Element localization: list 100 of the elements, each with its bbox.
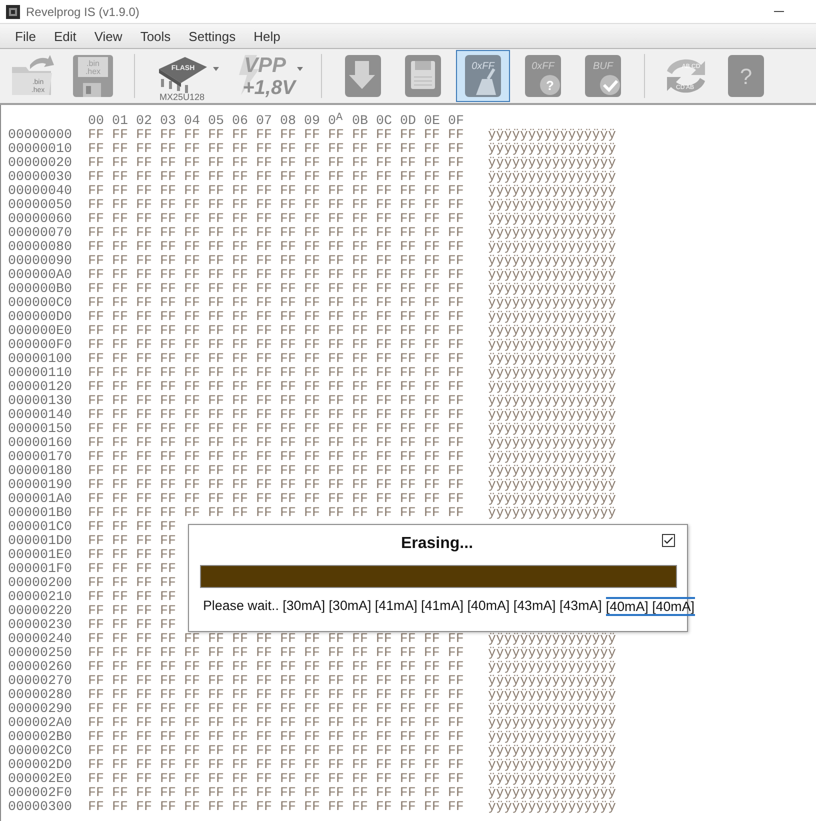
address-cell-text: 00000120 [8, 381, 73, 395]
menu-item[interactable]: File [8, 28, 43, 44]
ascii-text: ÿÿÿÿÿÿÿÿÿÿÿÿÿÿÿÿ [488, 773, 616, 787]
column-header: 0D [400, 115, 417, 129]
hex-bytes: FF FF FF FF FF FF FF FF FF FF FF FF FF FF FF FF [88, 646, 464, 661]
hex-bytes: FF FF FF FF FF FF FF FF FF FF FF FF FF FF FF FF [88, 380, 464, 395]
hex-bytes: FF FF FF FF FF FF FF FF FF FF FF FF FF FF FF FF [88, 338, 464, 353]
hex-bytes: FF FF FF FF FF FF FF FF FF FF FF FF FF FF FF FF [88, 240, 464, 255]
hex-bytes: FF FF FF FF FF FF FF FF FF FF FF FF FF FF FF FF [88, 800, 464, 815]
ascii-text: ÿÿÿÿÿÿÿÿÿÿÿÿÿÿÿÿ [488, 157, 616, 171]
ascii-text: ÿÿÿÿÿÿÿÿÿÿÿÿÿÿÿÿ [488, 703, 616, 717]
hex-bytes: FF FF FF FF FF FF FF FF FF FF FF FF FF FF FF FF [88, 366, 464, 381]
ascii-text: ÿÿÿÿÿÿÿÿÿÿÿÿÿÿÿÿ [488, 255, 616, 269]
address-cell-text: 000002B0 [8, 731, 73, 745]
hex-bytes: FF FF FF FF [88, 534, 176, 549]
hex-bytes: FF FF FF FF FF FF FF FF FF FF FF FF FF FF FF FF [88, 464, 464, 479]
address-cell-text: 00000190 [8, 479, 73, 493]
address-cell-text: 000002F0 [8, 787, 73, 801]
ascii-text: ÿÿÿÿÿÿÿÿÿÿÿÿÿÿÿÿ [488, 479, 616, 493]
address-cell-text: 00000100 [8, 353, 73, 367]
ascii-text: ÿÿÿÿÿÿÿÿÿÿÿÿÿÿÿÿ [488, 787, 616, 801]
save-file-button[interactable]: .bin .hex [66, 50, 120, 102]
hex-bytes: FF FF FF FF [88, 604, 176, 619]
ascii-text: ÿÿÿÿÿÿÿÿÿÿÿÿÿÿÿÿ [488, 409, 616, 423]
swap-arrows-icon [667, 59, 705, 93]
address-cell-text: 000002C0 [8, 745, 73, 759]
hex-bytes: FF FF FF FF [88, 618, 176, 633]
address-cell-text: 00000260 [8, 661, 73, 675]
address-cell-text: 000001B0 [8, 507, 73, 521]
address-cell-text: 000001E0 [8, 549, 73, 563]
floppy-icon [73, 55, 113, 97]
column-header: 02 [136, 115, 153, 129]
address-cell-text: 000002E0 [8, 773, 73, 787]
ascii-text: ÿÿÿÿÿÿÿÿÿÿÿÿÿÿÿÿ [488, 353, 616, 367]
column-header: 09 [304, 115, 321, 129]
address-cell-text: 00000080 [8, 241, 73, 255]
ascii-text: ÿÿÿÿÿÿÿÿÿÿÿÿÿÿÿÿ [488, 731, 616, 745]
ascii-text: ÿÿÿÿÿÿÿÿÿÿÿÿÿÿÿÿ [488, 283, 616, 297]
menu-item[interactable]: Help [246, 28, 288, 44]
hex-bytes: FF FF FF FF FF FF FF FF FF FF FF FF FF FF FF FF [88, 492, 464, 507]
hex-bytes: FF FF FF FF FF FF FF FF FF FF FF FF FF FF FF FF [88, 184, 464, 199]
column-header: 0E [424, 115, 441, 129]
ascii-text: ÿÿÿÿÿÿÿÿÿÿÿÿÿÿÿÿ [488, 129, 616, 143]
column-header: 08 [280, 115, 297, 129]
address-cell-text: 00000280 [8, 689, 73, 703]
address-cell-text: 00000300 [8, 801, 73, 815]
ascii-text: ÿÿÿÿÿÿÿÿÿÿÿÿÿÿÿÿ [488, 185, 616, 199]
ascii-text: ÿÿÿÿÿÿÿÿÿÿÿÿÿÿÿÿ [488, 171, 616, 185]
address-cell-text: 00000160 [8, 437, 73, 451]
hex-bytes: FF FF FF FF FF FF FF FF FF FF FF FF FF FF FF FF [88, 450, 464, 465]
menu-item[interactable]: Tools [133, 28, 178, 44]
ascii-text: ÿÿÿÿÿÿÿÿÿÿÿÿÿÿÿÿ [488, 633, 616, 647]
menu-item[interactable]: Edit [46, 28, 84, 44]
address-cell-text: 00000210 [8, 591, 73, 605]
ascii-text: ÿÿÿÿÿÿÿÿÿÿÿÿÿÿÿÿ [488, 367, 616, 381]
hex-bytes: FF FF FF FF [88, 548, 176, 563]
hex-bytes: FF FF FF FF [88, 576, 176, 591]
hex-bytes: FF FF FF FF FF FF FF FF FF FF FF FF FF FF FF FF [88, 660, 464, 675]
minimize-icon[interactable] [774, 10, 784, 12]
hex-bytes: FF FF FF FF FF FF FF FF FF FF FF FF FF FF FF FF [88, 170, 464, 185]
help-button[interactable]: ? [719, 50, 773, 102]
verify-button[interactable]: BUF [576, 50, 630, 102]
erase-button[interactable]: 0xFF [456, 50, 510, 102]
hex-bytes: FF FF FF FF FF FF FF FF FF FF FF FF FF FF FF FF [88, 212, 464, 227]
hex-bytes: FF FF FF FF FF FF FF FF FF FF FF FF FF FF FF FF [88, 702, 464, 717]
address-cell-text: 00000250 [8, 647, 73, 661]
hex-bytes: FF FF FF FF FF FF FF FF FF FF FF FF FF FF FF FF [88, 758, 464, 773]
blank-check-button[interactable]: 0xFF ? [516, 50, 570, 102]
menu-item[interactable]: View [87, 28, 130, 44]
hex-bytes: FF FF FF FF FF FF FF FF FF FF FF FF FF FF FF FF [88, 226, 464, 241]
address-cell-text: 00000240 [8, 633, 73, 647]
vpp-select-button[interactable]: VPP +1,8V [229, 50, 307, 102]
address-cell-text: 00000030 [8, 171, 73, 185]
hex-bytes: FF FF FF FF FF FF FF FF FF FF FF FF FF FF FF FF [88, 156, 464, 171]
column-header: 01 [112, 115, 129, 129]
address-cell-text: 000001A0 [8, 493, 73, 507]
checkbox[interactable] [662, 534, 675, 546]
hex-bytes: FF FF FF FF FF FF FF FF FF FF FF FF FF FF FF FF [88, 506, 464, 521]
address-cell-text: 000000B0 [8, 283, 73, 297]
help-tile-icon [728, 55, 764, 97]
hex-bytes: FF FF FF FF FF FF FF FF FF FF FF FF FF FF FF FF [88, 254, 464, 269]
address-cell-text: 00000220 [8, 605, 73, 619]
hex-bytes: FF FF FF FF FF FF FF FF FF FF FF FF FF FF FF FF [88, 408, 464, 423]
address-cell-text: 000000E0 [8, 325, 73, 339]
menu-item[interactable]: Settings [182, 28, 243, 44]
address-cell-text: 00000040 [8, 185, 73, 199]
ascii-text: ÿÿÿÿÿÿÿÿÿÿÿÿÿÿÿÿ [488, 227, 616, 241]
ascii-text: ÿÿÿÿÿÿÿÿÿÿÿÿÿÿÿÿ [488, 647, 616, 661]
hex-bytes: FF FF FF FF FF FF FF FF FF FF FF FF FF FF FF FF [88, 422, 464, 437]
address-cell-text: 00000010 [8, 143, 73, 157]
ascii-text: ÿÿÿÿÿÿÿÿÿÿÿÿÿÿÿÿ [488, 213, 616, 227]
hex-bytes: FF FF FF FF FF FF FF FF FF FF FF FF FF FF FF FF [88, 352, 464, 367]
hex-bytes: FF FF FF FF FF FF FF FF FF FF FF FF FF FF FF FF [88, 128, 464, 143]
chip-icon [159, 57, 207, 93]
address-cell-text: 000001D0 [8, 535, 73, 549]
address-cell-text: 00000070 [8, 227, 73, 241]
check-tile-icon [585, 55, 621, 97]
address-cell-text: 00000090 [8, 255, 73, 269]
hex-bytes: FF FF FF FF FF FF FF FF FF FF FF FF FF FF FF FF [88, 786, 464, 801]
hex-bytes: FF FF FF FF FF FF FF FF FF FF FF FF FF FF FF FF [88, 772, 464, 787]
